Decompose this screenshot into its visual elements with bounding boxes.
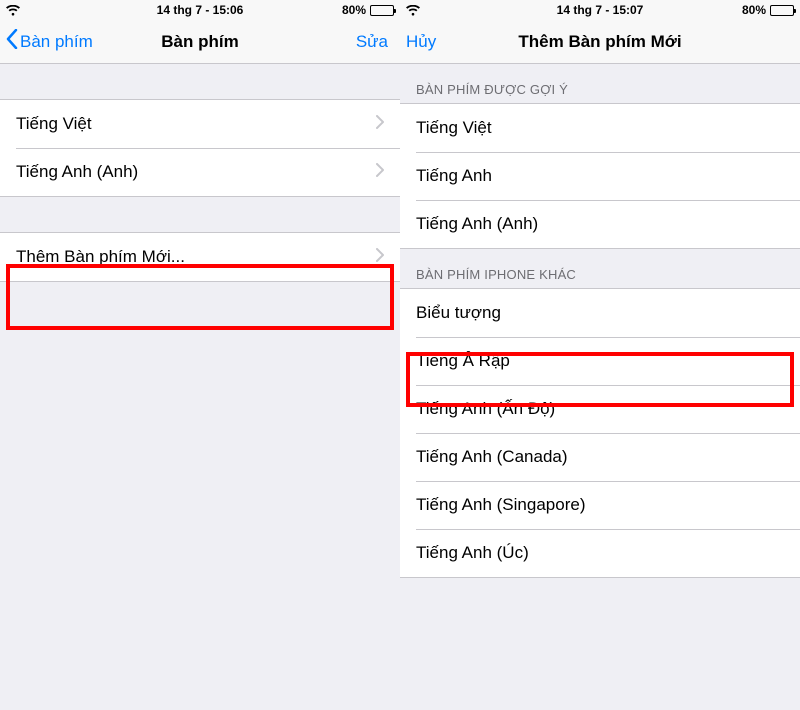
- list-item[interactable]: Tiếng Anh (Singapore): [400, 481, 800, 529]
- section-header-suggested: BÀN PHÍM ĐƯỢC GỢI Ý: [400, 64, 800, 103]
- other-keyboard-list: Biểu tượng Tiếng Ả Rập Tiếng Anh (Ấn Độ)…: [400, 288, 800, 578]
- chevron-right-icon: [376, 114, 384, 134]
- back-button[interactable]: Bàn phím: [6, 20, 93, 63]
- chevron-right-icon: [376, 247, 384, 267]
- keyboard-row[interactable]: Tiếng Anh (Anh): [0, 148, 400, 196]
- back-label: Bàn phím: [20, 32, 93, 52]
- battery-indicator: 80%: [342, 3, 394, 17]
- list-item[interactable]: Tiếng Việt: [400, 104, 800, 152]
- status-time: 14 thg 7 - 15:07: [400, 3, 800, 17]
- keyboard-label: Tiếng Anh: [416, 166, 784, 186]
- battery-percent: 80%: [342, 3, 366, 17]
- keyboard-label: Tiếng Anh (Canada): [416, 447, 784, 467]
- list-item-emoji[interactable]: Biểu tượng: [400, 289, 800, 337]
- battery-indicator: 80%: [742, 3, 794, 17]
- edit-button[interactable]: Sửa: [356, 20, 388, 63]
- status-time: 14 thg 7 - 15:06: [0, 3, 400, 17]
- nav-bar: Bàn phím Bàn phím Sửa: [0, 20, 400, 64]
- wifi-icon: [6, 5, 20, 16]
- screen-left: 14 thg 7 - 15:06 80% Bàn phím Bàn phím S…: [0, 0, 400, 710]
- list-item[interactable]: Tiếng Anh (Ấn Độ): [400, 385, 800, 433]
- cancel-button[interactable]: Hủy: [406, 20, 436, 63]
- content: Tiếng Việt Tiếng Anh (Anh) Thêm Bàn phím…: [0, 64, 400, 710]
- add-keyboard-row[interactable]: Thêm Bàn phím Mới...: [0, 233, 400, 281]
- chevron-left-icon: [6, 29, 18, 54]
- wifi-icon: [406, 5, 420, 16]
- list-item[interactable]: Tiếng Anh (Canada): [400, 433, 800, 481]
- list-item[interactable]: Tiếng Anh: [400, 152, 800, 200]
- keyboard-label: Tiếng Anh (Singapore): [416, 495, 784, 515]
- nav-bar: Hủy Thêm Bàn phím Mới: [400, 20, 800, 64]
- page-title: Bàn phím: [161, 32, 238, 52]
- keyboard-label: Biểu tượng: [416, 303, 784, 323]
- keyboard-label: Tiếng Việt: [416, 118, 784, 138]
- add-keyboard-label: Thêm Bàn phím Mới...: [16, 247, 376, 267]
- add-keyboard-group: Thêm Bàn phím Mới...: [0, 232, 400, 282]
- page-title: Thêm Bàn phím Mới: [518, 32, 681, 52]
- screen-right: 14 thg 7 - 15:07 80% Hủy Thêm Bàn phím M…: [400, 0, 800, 710]
- status-bar: 14 thg 7 - 15:06 80%: [0, 0, 400, 20]
- list-item[interactable]: Tiếng Anh (Úc): [400, 529, 800, 577]
- keyboard-label: Tiếng Anh (Ấn Độ): [416, 399, 784, 419]
- list-item[interactable]: Tiếng Ả Rập: [400, 337, 800, 385]
- suggested-keyboard-list: Tiếng Việt Tiếng Anh Tiếng Anh (Anh): [400, 103, 800, 249]
- keyboard-list: Tiếng Việt Tiếng Anh (Anh): [0, 99, 400, 197]
- keyboard-label: Tiếng Ả Rập: [416, 351, 784, 371]
- status-bar: 14 thg 7 - 15:07 80%: [400, 0, 800, 20]
- chevron-right-icon: [376, 162, 384, 182]
- list-item[interactable]: Tiếng Anh (Anh): [400, 200, 800, 248]
- keyboard-label: Tiếng Anh (Anh): [416, 214, 784, 234]
- section-header-other: BÀN PHÍM IPHONE KHÁC: [400, 249, 800, 288]
- cancel-label: Hủy: [406, 32, 436, 52]
- keyboard-label: Tiếng Anh (Úc): [416, 543, 784, 563]
- content: BÀN PHÍM ĐƯỢC GỢI Ý Tiếng Việt Tiếng Anh…: [400, 64, 800, 710]
- keyboard-row[interactable]: Tiếng Việt: [0, 100, 400, 148]
- keyboard-label: Tiếng Anh (Anh): [16, 162, 376, 182]
- battery-percent: 80%: [742, 3, 766, 17]
- edit-label: Sửa: [356, 32, 388, 52]
- keyboard-label: Tiếng Việt: [16, 114, 376, 134]
